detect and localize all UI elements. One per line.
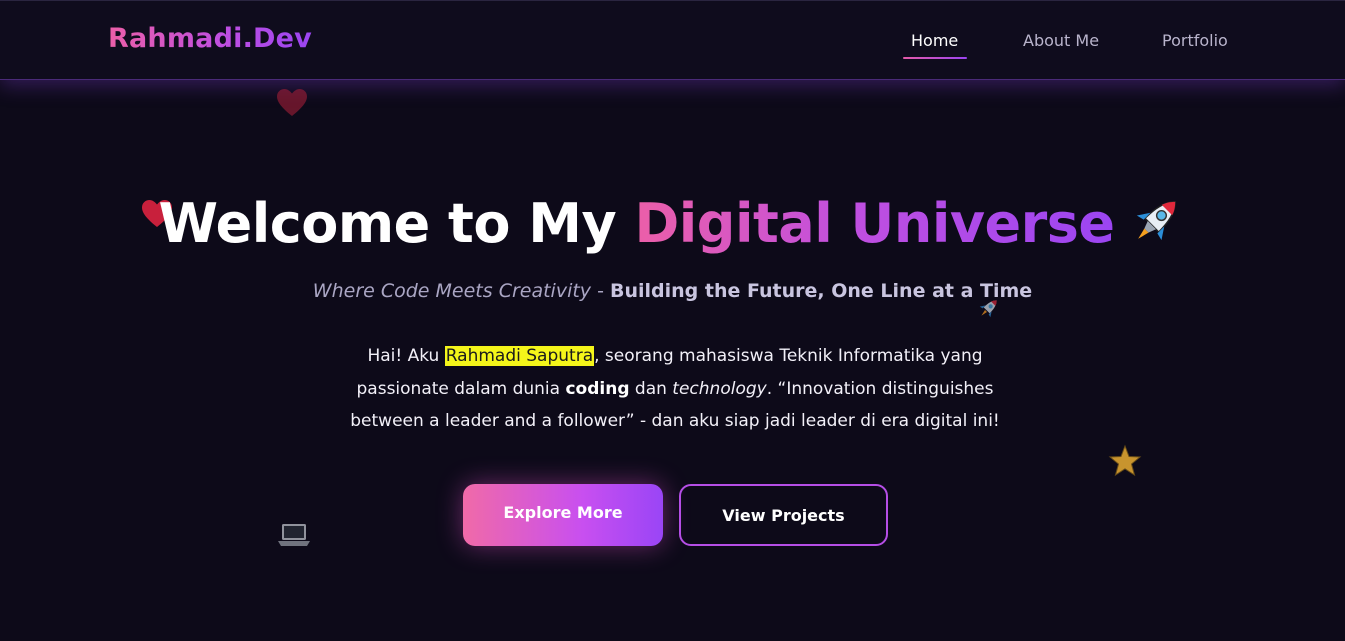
heart-icon <box>276 88 308 118</box>
hero-title-gradient: Digital Universe <box>634 192 1115 255</box>
rocket-icon <box>1136 201 1176 241</box>
subtitle-bold: Building the Future, One Line at a Time <box>610 280 1033 302</box>
rocket-icon <box>979 300 997 318</box>
navbar: Rahmadi.Dev Home About Me Portfolio <box>0 0 1345 80</box>
hero-description: Hai! Aku Rahmadi Saputra, seorang mahasi… <box>330 340 1020 438</box>
desc-name-highlight: Rahmadi Saputra <box>444 346 595 366</box>
desc-part3: dan <box>629 378 673 399</box>
laptop-icon <box>278 524 310 546</box>
desc-italic-technology: technology <box>672 378 767 399</box>
subtitle-separator: - <box>591 280 610 302</box>
hero-subtitle: Where Code Meets Creativity - Building t… <box>0 280 1345 302</box>
view-projects-button[interactable]: View Projects <box>679 484 888 546</box>
explore-more-button[interactable]: Explore More <box>463 484 663 546</box>
nav-about-me[interactable]: About Me <box>1023 31 1099 50</box>
star-icon <box>1108 444 1142 477</box>
subtitle-italic: Where Code Meets Creativity <box>312 280 592 302</box>
brand-logo[interactable]: Rahmadi.Dev <box>108 23 312 54</box>
nav-portfolio[interactable]: Portfolio <box>1162 31 1228 50</box>
desc-bold-coding: coding <box>565 378 630 399</box>
nav-active-indicator <box>903 57 967 59</box>
hero-title-plain: Welcome to My <box>158 192 635 255</box>
nav-home[interactable]: Home <box>911 31 958 50</box>
hero-title: Welcome to My Digital Universe <box>0 190 1345 255</box>
desc-intro: Hai! Aku <box>367 346 445 366</box>
